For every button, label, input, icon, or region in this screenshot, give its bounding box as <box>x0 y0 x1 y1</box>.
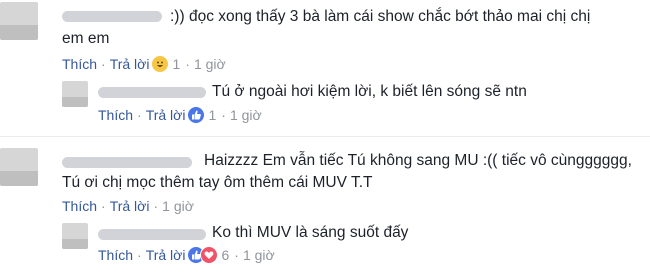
haha-reaction-icon <box>151 55 170 73</box>
avatar[interactable] <box>62 81 88 107</box>
comment-actions: Thích · Trả lời · 1 giờ <box>62 198 194 214</box>
like-link[interactable]: Thích <box>62 56 97 72</box>
separator: · <box>101 198 106 214</box>
comment-text: :)) đọc xong thấy 3 bà làm cái show chắc… <box>170 6 590 28</box>
divider <box>0 136 650 137</box>
like-link[interactable]: Thích <box>62 198 97 214</box>
separator: · <box>137 247 142 263</box>
separator: · <box>234 247 239 263</box>
like-reaction-icon <box>187 106 206 124</box>
timestamp[interactable]: 1 giờ <box>162 198 194 214</box>
comment-prefix: :)) <box>170 8 185 25</box>
avatar[interactable] <box>0 2 38 40</box>
comment-text-line2: Tú ơi chị mọc thêm tay ôm thêm cái MUV T… <box>62 174 373 191</box>
avatar[interactable] <box>62 223 88 249</box>
reply-link[interactable]: Trả lời <box>110 198 150 214</box>
commenter-name-blurred[interactable] <box>62 11 162 22</box>
reply-name-blurred[interactable] <box>98 87 206 98</box>
separator: · <box>185 56 190 72</box>
reply-text: Tú ở ngoài hơi kiệm lời, k biết lên sóng… <box>212 83 527 100</box>
separator: · <box>137 107 142 123</box>
reply-actions: Thích · Trả lời 1 · 1 giờ <box>98 106 262 124</box>
timestamp[interactable]: 1 giờ <box>243 247 275 263</box>
reply-link[interactable]: Trả lời <box>110 56 150 72</box>
reaction-count: 1 <box>172 56 181 72</box>
comment-text-line2: em em <box>62 30 110 47</box>
timestamp[interactable]: 1 giờ <box>194 56 226 72</box>
reaction-count: 6 <box>221 247 230 263</box>
reactions[interactable]: 6 <box>187 246 229 264</box>
reply-link[interactable]: Trả lời <box>146 107 186 123</box>
comment-text-line1: Haizzzz Em vẫn tiếc Tú không sang MU :((… <box>204 152 632 169</box>
like-link[interactable]: Thích <box>98 107 133 123</box>
reply-link[interactable]: Trả lời <box>146 247 186 263</box>
comment-actions: Thích · Trả lời 1 · 1 giờ <box>62 55 226 73</box>
reactions[interactable]: 1 <box>151 55 180 73</box>
reply-actions: Thích · Trả lời 6 · 1 giờ <box>98 246 275 264</box>
comment-text-line1: đọc xong thấy 3 bà làm cái show chắc bớt… <box>188 8 591 25</box>
love-reaction-icon <box>200 246 219 264</box>
separator: · <box>153 198 159 214</box>
separator: · <box>221 107 226 123</box>
reply-name-blurred[interactable] <box>98 229 206 240</box>
reply-text: Ko thì MUV là sáng suốt đấy <box>212 224 409 241</box>
separator: · <box>101 56 106 72</box>
reactions[interactable]: 1 <box>187 106 216 124</box>
reaction-count: 1 <box>208 107 217 123</box>
like-link[interactable]: Thích <box>98 247 133 263</box>
commenter-name-blurred[interactable] <box>62 157 192 168</box>
timestamp[interactable]: 1 giờ <box>230 107 262 123</box>
avatar[interactable] <box>0 148 38 186</box>
